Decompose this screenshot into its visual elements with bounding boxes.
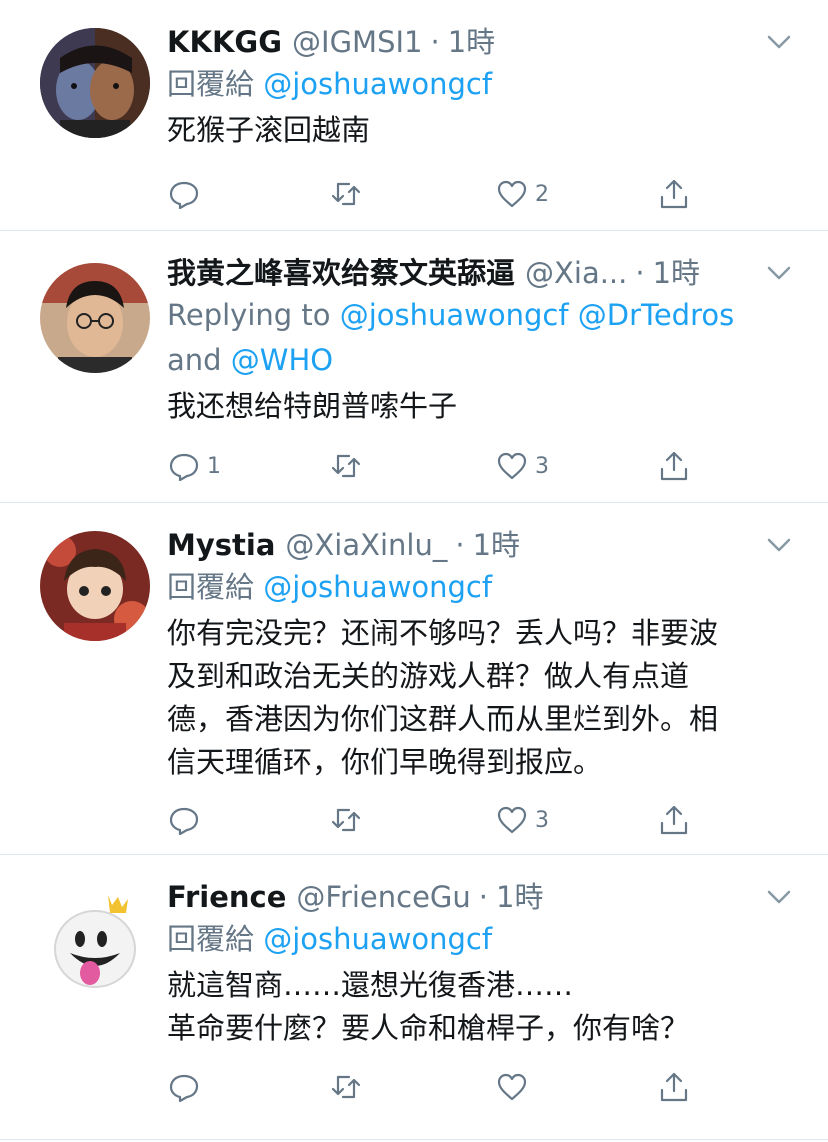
tweet-text: 就這智商……還想光復香港…… 革命要什麼？要人命和槍桿子，你有啥？	[167, 968, 690, 1045]
share-button[interactable]	[657, 446, 691, 486]
replying-to: 回覆給 @joshuawongcf	[167, 565, 758, 610]
display-name[interactable]: 我黄之峰喜欢给蔡文英舔逼	[167, 253, 515, 293]
tweet-header: KKKGG @IGMSI1 · 1時	[167, 22, 758, 62]
user-handle[interactable]: @IGMSI1	[292, 22, 422, 62]
tweet-actions	[167, 1067, 727, 1107]
display-name[interactable]: Mystia	[167, 525, 275, 565]
like-button[interactable]: 3	[495, 800, 549, 840]
tweet-header: Mystia @XiaXinlu_ · 1時	[167, 525, 758, 565]
replying-to: 回覆給 @joshuawongcf	[167, 62, 758, 107]
reply-button[interactable]: 1	[167, 446, 221, 486]
like-button[interactable]	[495, 1067, 535, 1107]
chevron-down-icon[interactable]	[764, 530, 794, 560]
like-icon	[495, 177, 529, 211]
tweet-actions: 1 3	[167, 446, 727, 486]
timestamp[interactable]: 1時	[448, 22, 495, 62]
mention-link[interactable]: @joshuawongcf @DrTedros	[340, 298, 735, 332]
share-icon	[657, 803, 691, 837]
tweet-header: Frience @FrienceGu · 1時	[167, 877, 758, 917]
chevron-down-icon[interactable]	[764, 882, 794, 912]
retweet-button[interactable]	[329, 800, 363, 840]
reply-count: 1	[207, 453, 221, 479]
avatar[interactable]	[40, 531, 150, 641]
retweet-button[interactable]	[329, 1067, 363, 1107]
display-name[interactable]: KKKGG	[167, 22, 282, 62]
separator-dot: ·	[635, 256, 645, 290]
display-name[interactable]: Frience	[167, 877, 286, 917]
like-icon	[495, 803, 529, 837]
reply-button[interactable]	[167, 174, 207, 214]
tweet-text: 我还想给特朗普嗦牛子	[167, 389, 458, 423]
share-button[interactable]	[657, 1067, 691, 1107]
replying-to-label: 回覆給	[167, 922, 264, 956]
reply-icon	[167, 449, 201, 483]
tweet-actions: 2	[167, 174, 727, 214]
like-button[interactable]: 3	[495, 446, 549, 486]
user-handle[interactable]: @XiaXinlu_	[285, 525, 447, 565]
timestamp[interactable]: 1時	[473, 525, 520, 565]
reply-icon	[167, 177, 201, 211]
replying-to-label: 回覆給	[167, 67, 264, 101]
retweet-icon	[329, 803, 363, 837]
share-icon	[657, 177, 691, 211]
replying-to-label: 回覆給	[167, 570, 264, 604]
mention-link[interactable]: @joshuawongcf	[263, 67, 492, 101]
timestamp[interactable]: 1時	[653, 253, 700, 293]
reply-button[interactable]	[167, 800, 207, 840]
like-icon	[495, 1070, 529, 1104]
replying-to: 回覆給 @joshuawongcf	[167, 917, 758, 962]
retweet-button[interactable]	[329, 174, 363, 214]
tweet-header: 我黄之峰喜欢给蔡文英舔逼 @Xia... · 1時	[167, 253, 758, 293]
like-button[interactable]: 2	[495, 174, 549, 214]
like-count: 2	[535, 181, 549, 207]
retweet-button[interactable]	[329, 446, 363, 486]
retweet-icon	[329, 449, 363, 483]
avatar[interactable]	[40, 28, 150, 138]
mention-link[interactable]: @joshuawongcf	[263, 570, 492, 604]
mention-link[interactable]: @joshuawongcf	[263, 922, 492, 956]
separator-dot: ·	[478, 880, 489, 914]
reply-icon	[167, 803, 201, 837]
tweet[interactable]: KKKGG @IGMSI1 · 1時 回覆給 @joshuawongcf 死猴子…	[0, 0, 828, 231]
replying-to-and: and	[167, 343, 231, 377]
share-icon	[657, 449, 691, 483]
retweet-icon	[329, 177, 363, 211]
separator-dot: ·	[430, 25, 440, 59]
user-handle[interactable]: @Xia...	[525, 253, 627, 293]
avatar[interactable]	[40, 263, 150, 373]
tweet-feed: KKKGG @IGMSI1 · 1時 回覆給 @joshuawongcf 死猴子…	[0, 0, 828, 1140]
like-count: 3	[535, 807, 549, 833]
user-handle[interactable]: @FrienceGu	[296, 877, 470, 917]
reply-button[interactable]	[167, 1067, 207, 1107]
avatar[interactable]	[40, 887, 150, 997]
tweet[interactable]: 我黄之峰喜欢给蔡文英舔逼 @Xia... · 1時 Replying to @j…	[0, 231, 828, 503]
share-button[interactable]	[657, 800, 691, 840]
tweet[interactable]: Frience @FrienceGu · 1時 回覆給 @joshuawongc…	[0, 855, 828, 1140]
tweet-actions: 3	[167, 800, 727, 840]
chevron-down-icon[interactable]	[764, 27, 794, 57]
chevron-down-icon[interactable]	[764, 258, 794, 288]
tweet-text: 你有完没完？还闹不够吗？丢人吗？非要波 及到和政治无关的游戏人群？做人有点道 德…	[167, 616, 719, 779]
like-icon	[495, 449, 529, 483]
tweet-text: 死猴子滚回越南	[167, 113, 371, 147]
replying-to-label: Replying to	[167, 298, 340, 332]
replying-to: Replying to @joshuawongcf @DrTedros and …	[167, 293, 758, 383]
reply-icon	[167, 1070, 201, 1104]
share-icon	[657, 1070, 691, 1104]
like-count: 3	[535, 453, 549, 479]
retweet-icon	[329, 1070, 363, 1104]
share-button[interactable]	[657, 174, 691, 214]
separator-dot: ·	[455, 528, 465, 562]
timestamp[interactable]: 1時	[496, 877, 543, 917]
mention-link[interactable]: @WHO	[231, 343, 333, 377]
tweet[interactable]: Mystia @XiaXinlu_ · 1時 回覆給 @joshuawongcf…	[0, 503, 828, 855]
